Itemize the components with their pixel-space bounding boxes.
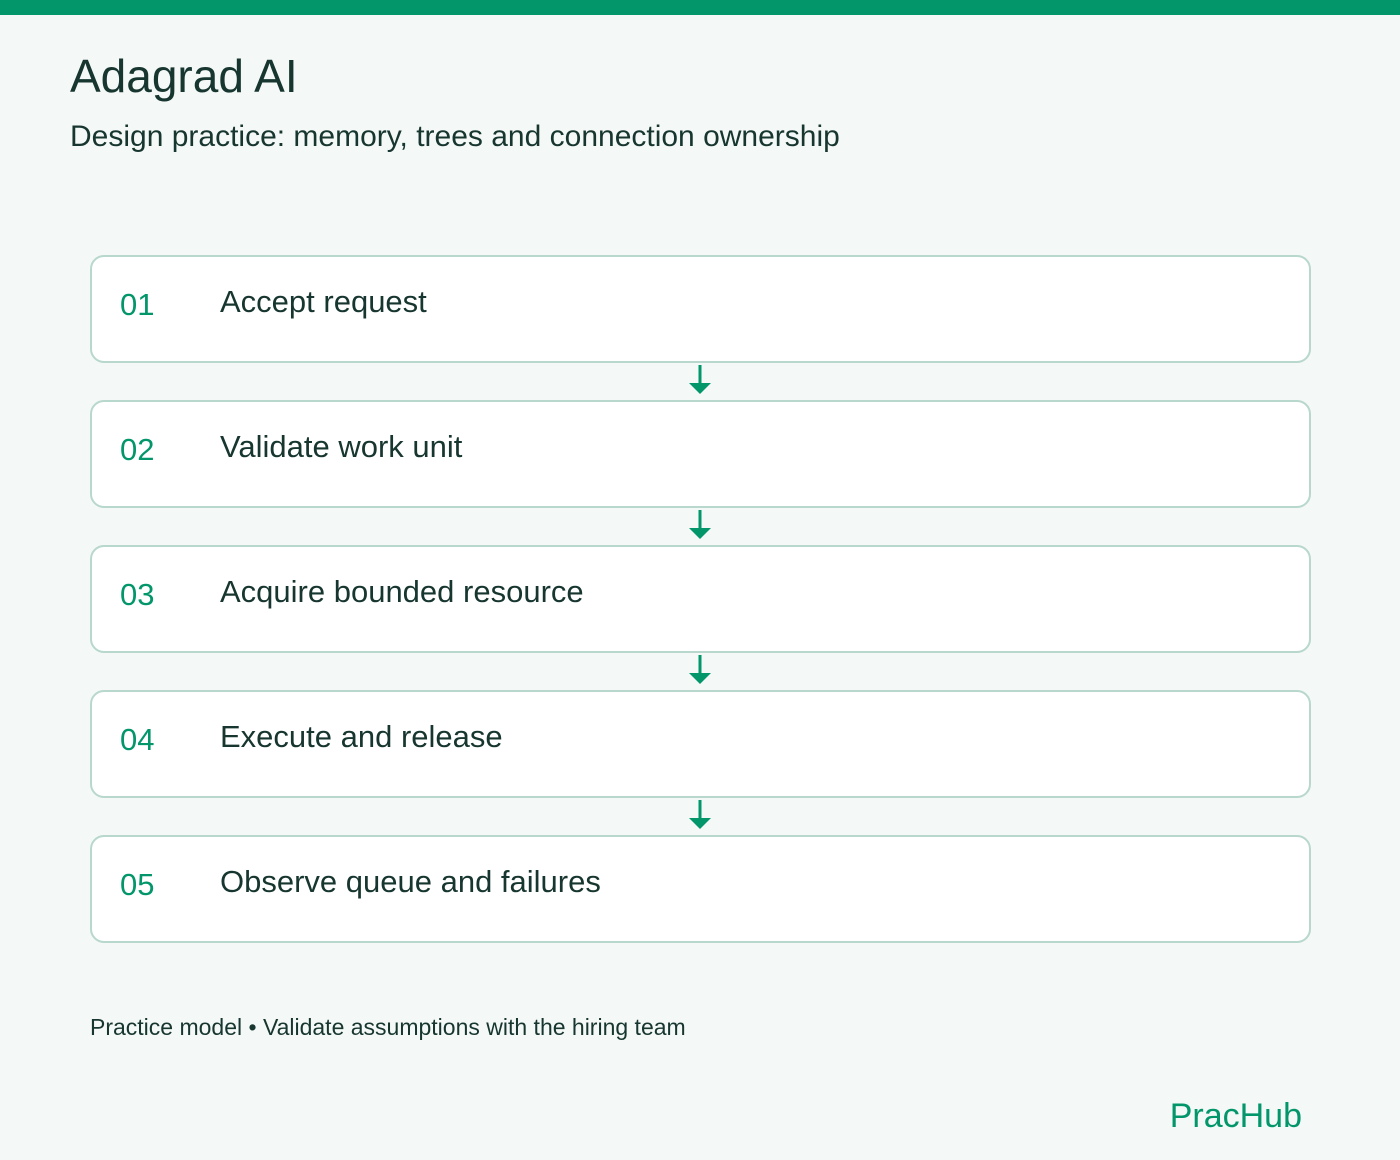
down-arrow-icon xyxy=(90,798,1311,835)
down-arrow-icon xyxy=(90,653,1311,690)
page-subtitle: Design practice: memory, trees and conne… xyxy=(70,120,840,153)
top-accent-bar xyxy=(0,0,1400,15)
down-arrow-icon xyxy=(90,363,1311,400)
step-label: Accept request xyxy=(220,284,427,319)
flow-step-1: 01 Accept request xyxy=(90,255,1311,363)
flow-diagram: 01 Accept request 02 Validate work unit … xyxy=(90,255,1311,943)
step-number: 02 xyxy=(120,432,155,467)
step-number: 05 xyxy=(120,867,155,902)
step-number: 04 xyxy=(120,722,155,757)
page-title: Adagrad AI xyxy=(70,50,298,102)
flow-step-3: 03 Acquire bounded resource xyxy=(90,545,1311,653)
brand-logo: PracHub xyxy=(1169,1097,1302,1135)
step-number: 01 xyxy=(120,287,155,322)
footnote: Practice model • Validate assumptions wi… xyxy=(90,1014,686,1040)
down-arrow-icon xyxy=(90,508,1311,545)
flow-step-5: 05 Observe queue and failures xyxy=(90,835,1311,943)
step-number: 03 xyxy=(120,577,155,612)
step-label: Validate work unit xyxy=(220,429,463,464)
flow-step-2: 02 Validate work unit xyxy=(90,400,1311,508)
step-label: Observe queue and failures xyxy=(220,864,601,899)
step-label: Acquire bounded resource xyxy=(220,574,584,609)
flow-step-4: 04 Execute and release xyxy=(90,690,1311,798)
step-label: Execute and release xyxy=(220,719,503,754)
